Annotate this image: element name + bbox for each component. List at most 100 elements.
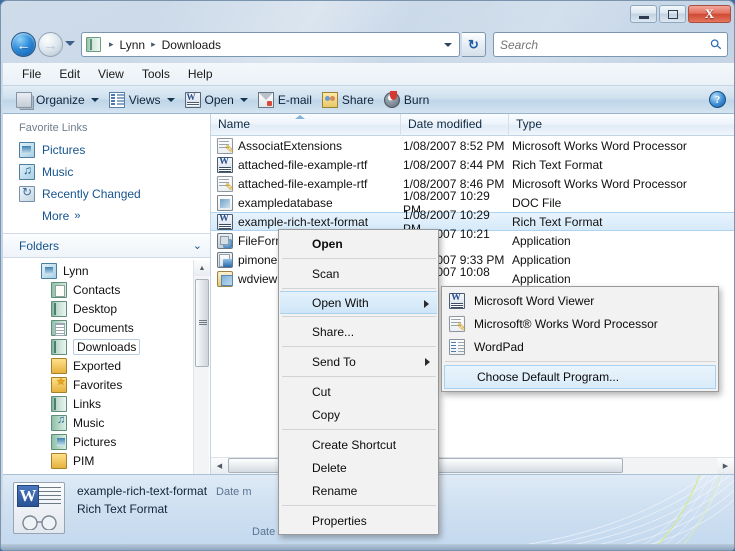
tree-item-pim[interactable]: PIM (3, 451, 210, 470)
context-menu-item-share[interactable]: Share... (279, 320, 438, 343)
recently-changed-icon (19, 185, 35, 202)
submenu-item-word-viewer[interactable]: Microsoft Word Viewer (442, 289, 718, 312)
context-menu-item-create-shortcut[interactable]: Create Shortcut (279, 433, 438, 456)
tree-item-pictures[interactable]: Pictures (3, 432, 210, 451)
tree-item-desktop[interactable]: Desktop (3, 299, 210, 318)
table-row[interactable]: attached-file-example-rtf 1/08/2007 8:44… (211, 155, 734, 174)
menu-file[interactable]: File (13, 64, 50, 84)
file-type: Application (512, 233, 571, 248)
rtf-large-icon: W (13, 482, 65, 534)
tree-item-music[interactable]: Music (3, 413, 210, 432)
scroll-right-icon[interactable]: ▶ (717, 458, 734, 474)
menu-help[interactable]: Help (179, 64, 222, 84)
table-row[interactable]: AssociatExtensions 1/08/2007 8:52 PM Mic… (211, 136, 734, 155)
context-menu-item-scan[interactable]: Scan (279, 262, 438, 285)
context-menu-item-delete[interactable]: Delete (279, 456, 438, 479)
menu-separator (445, 361, 716, 362)
breadcrumb-lynn[interactable]: Lynn (119, 38, 147, 52)
rtf-doc-icon (449, 292, 465, 309)
context-menu-item-label: Open With (312, 295, 369, 310)
search-input[interactable] (500, 37, 711, 52)
tree-item-downloads[interactable]: Downloads (3, 337, 210, 356)
submenu-item-works-word-processor[interactable]: Microsoft® Works Word Processor (442, 312, 718, 335)
tree-item-lynn[interactable]: Lynn (3, 261, 210, 280)
details-row-one: example-rich-text-format Date m (77, 484, 284, 498)
application-icon (217, 232, 233, 249)
submenu-item-wordpad[interactable]: WordPad (442, 335, 718, 358)
file-name-cell: AssociatExtensions (211, 137, 401, 154)
scrollbar-thumb[interactable] (195, 279, 209, 367)
toolbar-open-button[interactable]: Open (180, 88, 253, 112)
context-menu-item-properties[interactable]: Properties (279, 509, 438, 532)
fav-item-recently-changed[interactable]: Recently Changed (3, 183, 210, 205)
toolbar-share-button[interactable]: Share (317, 88, 379, 112)
fav-item-more[interactable]: More » (3, 205, 210, 227)
menu-view[interactable]: View (89, 64, 133, 84)
close-button[interactable]: X (688, 5, 731, 23)
maximize-button[interactable] (659, 5, 686, 23)
column-header-name[interactable]: Name (211, 114, 401, 136)
fav-item-music[interactable]: Music (3, 161, 210, 183)
file-name: AssociatExtensions (238, 138, 343, 153)
help-button[interactable]: ? (709, 91, 726, 108)
music-folder-icon (51, 414, 67, 431)
scroll-left-icon[interactable]: ◀ (211, 458, 228, 474)
file-name: attached-file-example-rtf (238, 157, 368, 172)
file-name-cell: attached-file-example-rtf (211, 156, 401, 173)
context-menu-item-cut[interactable]: Cut (279, 380, 438, 403)
file-name: attached-file-example-rtf (238, 176, 368, 191)
tree-item-documents[interactable]: Documents (3, 318, 210, 337)
address-dropdown-icon[interactable] (439, 33, 457, 56)
context-menu-item-send-to[interactable]: Send To (279, 350, 438, 373)
column-header-date-modified[interactable]: Date modified (401, 114, 509, 136)
file-type: Microsoft Works Word Processor (512, 176, 687, 191)
column-header-type[interactable]: Type (509, 114, 734, 136)
context-menu-item-copy[interactable]: Copy (279, 403, 438, 426)
tree-item-exported[interactable]: Exported (3, 356, 210, 375)
fav-label: Music (42, 165, 74, 179)
context-menu-item-open[interactable]: Open (279, 232, 438, 255)
address-bar[interactable]: ▸ Lynn ▸ Downloads (81, 32, 460, 57)
folder-icon (51, 300, 67, 317)
toolbar-email-button[interactable]: E-mail (253, 88, 317, 112)
toolbar: Organize Views Open E-mail Share Burn ? (3, 86, 734, 114)
minimize-button[interactable] (630, 5, 657, 23)
open-with-submenu: Microsoft Word Viewer Microsoft® Works W… (441, 286, 719, 392)
context-menu-item-open-with[interactable]: Open With (280, 291, 437, 314)
refresh-button[interactable]: ↻ (462, 32, 486, 57)
fav-item-pictures[interactable]: Pictures (3, 139, 210, 161)
tree-item-links[interactable]: Links (3, 394, 210, 413)
toolbar-burn-button[interactable]: Burn (379, 88, 434, 112)
organize-icon (16, 91, 32, 108)
scroll-up-icon[interactable]: ▲ (194, 260, 210, 276)
tree-item-favorites[interactable]: Favorites (3, 375, 210, 394)
menu-edit[interactable]: Edit (50, 64, 89, 84)
tree-label: Downloads (73, 338, 141, 355)
breadcrumb-downloads[interactable]: Downloads (161, 38, 222, 52)
folder-tree-scrollbar[interactable]: ▲ ▼ (193, 260, 210, 474)
history-dropdown-icon[interactable] (65, 41, 75, 46)
documents-folder-icon (51, 319, 67, 336)
search-box[interactable]: ⚲ (493, 32, 728, 57)
menu-bar: File Edit View Tools Help (3, 63, 734, 86)
works-doc-icon (448, 315, 466, 332)
fav-label: Pictures (42, 143, 86, 157)
tree-label: Exported (73, 358, 122, 373)
back-button[interactable]: ← (11, 32, 36, 57)
navigation-pane: Favorite Links Pictures Music Recently C… (3, 114, 211, 474)
context-menu-item-rename[interactable]: Rename (279, 479, 438, 502)
folders-header-bar[interactable]: Folders ⌄ (3, 233, 210, 257)
file-name-cell: exampledatabase (211, 194, 401, 211)
application-yellow-icon (217, 270, 233, 287)
toolbar-views-button[interactable]: Views (104, 88, 180, 112)
window-bottom-edge (1, 544, 734, 550)
file-type: Application (512, 271, 571, 286)
tree-item-contacts[interactable]: Contacts (3, 280, 210, 299)
forward-button[interactable]: → (38, 32, 63, 57)
close-icon: X (704, 6, 715, 21)
music-icon (19, 163, 35, 180)
breadcrumb-separator: ▸ (109, 39, 114, 49)
menu-tools[interactable]: Tools (133, 64, 179, 84)
toolbar-organize-button[interactable]: Organize (11, 88, 104, 112)
submenu-item-choose-default-program[interactable]: Choose Default Program... (444, 365, 716, 389)
